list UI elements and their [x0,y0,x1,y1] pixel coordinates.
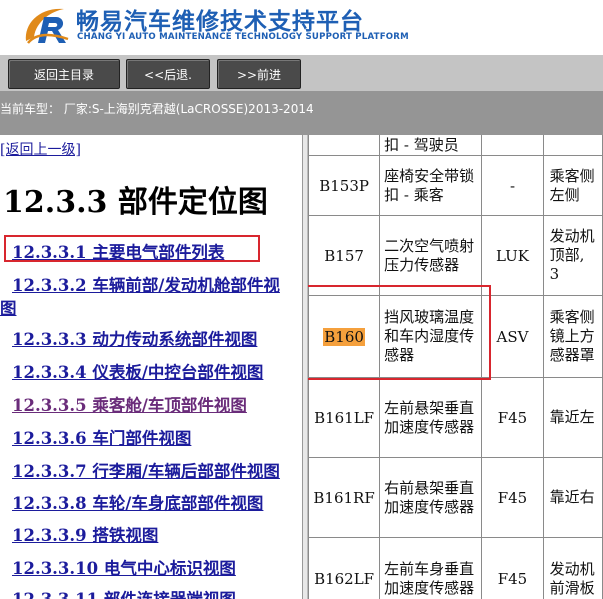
part-code [308,135,381,156]
link-door-view[interactable]: 12.3.3.6 车门部件视图 [12,425,191,449]
part-maker [481,135,544,156]
link-electrical-center-view[interactable]: 12.3.3.10 电气中心标识视图 [12,555,236,579]
part-location: 发动机 顶部, 3 [542,215,603,296]
part-name: 二次空气喷射压力传感器 [379,215,483,296]
highlight-box-left [4,235,260,262]
return-parent-link[interactable]: [返回上一级] [0,139,81,159]
table-row: B157 二次空气喷射压力传感器 LUK 发动机 顶部, 3 [308,215,603,296]
nav-bar: 返回主目录 <<后退. >>前进 [0,55,603,91]
parts-table-pane: 扣 - 驾驶员 B153P 座椅安全带锁扣 - 乘客 - 乘客侧 左侧 B157… [308,135,603,599]
part-name: 左前悬架垂直加速度传感器 [379,377,483,458]
part-code: B162LF [308,537,381,599]
part-location: 发动机 前滑板 [542,537,603,599]
part-code: B157 [308,215,381,296]
link-connector-end-view[interactable]: 12.3.3.11 部件连接器端视图 [12,586,236,599]
link-powertrain-view[interactable]: 12.3.3.3 动力传动系统部件视图 [12,326,257,350]
part-location: 乘客侧 左侧 [542,155,603,216]
platform-subtitle: CHANG YI AUTO MAINTENANCE TECHNOLOGY SUP… [77,32,409,42]
home-button[interactable]: 返回主目录 [8,59,120,89]
highlight-box-right [308,285,491,380]
forward-button[interactable]: >>前进 [217,59,301,89]
link-front-engine-bay-view[interactable]: 12.3.3.2 车辆前部/发动机舱部件视 [12,272,280,296]
current-model-text: 当前车型： 厂家:S-上海别克君越(LaCROSSE)2013-2014 [0,102,314,116]
part-location: 靠近左 [542,377,603,458]
table-row: B162LF 左前车身垂直加速度传感器 F45 发动机 前滑板 [308,537,603,599]
part-location: 乘客侧 镜上方 感器罩 [542,295,603,378]
platform-title: 畅易汽车维修技术支持平台 [76,9,364,35]
app-logo-icon [25,8,69,44]
table-row: 扣 - 驾驶员 [308,135,603,156]
part-location [542,135,603,156]
part-code: B161LF [308,377,381,458]
back-button[interactable]: <<后退. [126,59,210,89]
table-row: B161RF 右前悬架垂直加速度传感器 F45 靠近右 [308,457,603,538]
part-maker: F45 [481,377,544,458]
part-maker: F45 [481,457,544,538]
part-name: 扣 - 驾驶员 [379,135,483,156]
part-code: B161RF [308,457,381,538]
part-name: 左前车身垂直加速度传感器 [379,537,483,599]
part-code: B153P [308,155,381,216]
link-ground-view[interactable]: 12.3.3.9 搭铁视图 [12,522,158,546]
table-row: B161LF 左前悬架垂直加速度传感器 F45 靠近左 [308,377,603,458]
link-wheel-underbody-view[interactable]: 12.3.3.8 车轮/车身底部部件视图 [12,490,263,514]
section-title: 12.3.3 部件定位图 [3,185,268,220]
part-maker: - [481,155,544,216]
current-model-bar: 当前车型： 厂家:S-上海别克君越(LaCROSSE)2013-2014 [0,91,603,135]
part-maker: F45 [481,537,544,599]
link-passenger-roof-view[interactable]: 12.3.3.5 乘客舱/车顶部件视图 [12,392,247,416]
header: 畅易汽车维修技术支持平台 CHANG YI AUTO MAINTENANCE T… [0,0,603,55]
part-name: 座椅安全带锁扣 - 乘客 [379,155,483,216]
part-name: 右前悬架垂直加速度传感器 [379,457,483,538]
link-instrument-panel-view[interactable]: 12.3.3.4 仪表板/中控台部件视图 [12,359,263,383]
link-trunk-rear-view[interactable]: 12.3.3.7 行李厢/车辆后部部件视图 [12,458,280,482]
link-front-engine-bay-view-cont[interactable]: 图 [0,295,17,319]
left-nav-pane: [返回上一级] 12.3.3 部件定位图 12.3.3.1 主要电气部件列表 1… [0,135,302,599]
part-location: 靠近右 [542,457,603,538]
table-row: B153P 座椅安全带锁扣 - 乘客 - 乘客侧 左侧 [308,155,603,216]
part-maker: LUK [481,215,544,296]
part-maker: ASV [481,295,544,378]
